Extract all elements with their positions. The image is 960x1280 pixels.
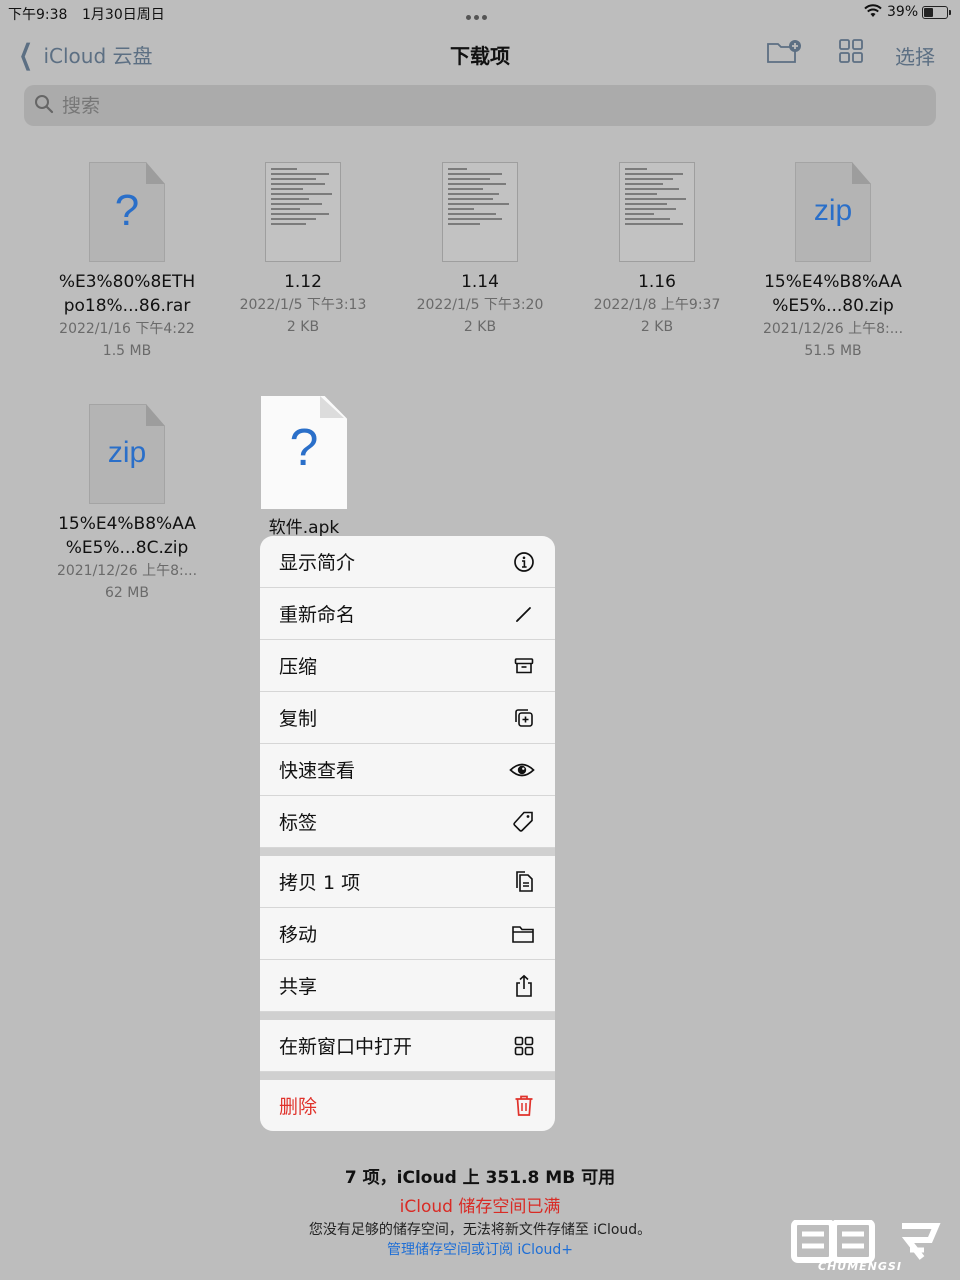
info-icon bbox=[514, 551, 534, 572]
file-name: 1.14 bbox=[461, 272, 499, 292]
file-size: 2 KB bbox=[640, 319, 674, 335]
menu-item-quick-look[interactable]: 快速查看 bbox=[260, 744, 555, 796]
file-name: %E3%80%8ETH po18%...86.rar bbox=[58, 272, 196, 316]
menu-item-get-info[interactable]: 显示简介 bbox=[260, 536, 555, 588]
file-item[interactable]: 1.12 2022/1/5 下午3:13 2 KB bbox=[218, 162, 388, 338]
file-date: 2022/1/16 下午4:22 bbox=[59, 321, 195, 337]
search-input[interactable] bbox=[60, 93, 864, 118]
menu-item-compress[interactable]: 压缩 bbox=[260, 640, 555, 692]
selected-file[interactable]: ? 软件.apk bbox=[236, 396, 372, 538]
select-button[interactable]: 选择 bbox=[895, 41, 935, 70]
selected-file-name: 软件.apk bbox=[268, 518, 340, 538]
menu-item-duplicate[interactable]: 复制 bbox=[260, 692, 555, 744]
menu-item-copy[interactable]: 拷贝 1 项 bbox=[260, 856, 555, 908]
file-name: 15%E4%B8%AA %E5%...80.zip bbox=[764, 272, 902, 316]
grid-window-icon bbox=[514, 1036, 534, 1055]
page-fold-icon bbox=[320, 396, 344, 418]
folder-icon bbox=[512, 925, 534, 943]
copy-docs-icon bbox=[516, 870, 533, 892]
multitasking-dots-icon[interactable] bbox=[466, 8, 490, 24]
duplicate-icon bbox=[515, 708, 533, 727]
question-doc-icon: ? bbox=[89, 162, 165, 262]
file-date: 2021/12/26 上午8:... bbox=[56, 563, 198, 579]
file-date: 2022/1/5 下午3:13 bbox=[239, 297, 367, 313]
file-size: 1.5 MB bbox=[102, 343, 152, 359]
file-item[interactable]: 1.16 2022/1/8 上午9:37 2 KB bbox=[572, 162, 742, 338]
file-item[interactable]: ? %E3%80%8ETH po18%...86.rar 2022/1/16 下午… bbox=[42, 162, 212, 362]
eye-icon bbox=[509, 763, 535, 776]
archive-box-icon bbox=[514, 657, 534, 673]
storage-full-warning: iCloud 储存空间已满 bbox=[399, 1197, 561, 1217]
context-menu: 显示简介 重新命名 压缩 复制 快速查看 标签 拷贝 1 项 移动 共享 在新窗… bbox=[260, 536, 555, 1131]
file-date: 2021/12/26 上午8:... bbox=[762, 321, 904, 337]
zip-doc-icon: zip bbox=[89, 404, 165, 504]
menu-separator bbox=[260, 1012, 555, 1020]
battery-percent: 39% bbox=[887, 4, 919, 20]
menu-item-rename[interactable]: 重新命名 bbox=[260, 588, 555, 640]
battery-icon bbox=[922, 6, 951, 19]
menu-item-delete[interactable]: 删除 bbox=[260, 1080, 555, 1131]
file-size: 62 MB bbox=[105, 585, 149, 601]
view-grid-icon[interactable] bbox=[838, 38, 864, 68]
file-name: 1.16 bbox=[638, 272, 676, 292]
search-icon bbox=[34, 94, 54, 118]
search-bar[interactable] bbox=[24, 85, 936, 126]
watermark-text: CHUMENGSI bbox=[818, 1260, 902, 1273]
file-item[interactable]: zip 15%E4%B8%AA %E5%...8C.zip 2021/12/26 … bbox=[42, 404, 212, 604]
status-bar: 下午9:38 1月30日周日 39% bbox=[0, 0, 960, 26]
file-name: 1.12 bbox=[284, 272, 322, 292]
menu-separator bbox=[260, 1072, 555, 1080]
new-folder-icon[interactable] bbox=[766, 38, 802, 70]
item-count: 7 项，iCloud 上 351.8 MB 可用 bbox=[344, 1168, 616, 1188]
file-size: 51.5 MB bbox=[804, 343, 862, 359]
pencil-icon bbox=[516, 606, 531, 622]
file-date: 2022/1/5 下午3:20 bbox=[416, 297, 544, 313]
file-item[interactable]: 1.14 2022/1/5 下午3:20 2 KB bbox=[395, 162, 565, 338]
status-date: 1月30日周日 bbox=[82, 7, 165, 23]
text-doc-icon bbox=[265, 162, 341, 262]
menu-separator bbox=[260, 848, 555, 856]
file-date: 2022/1/8 上午9:37 bbox=[593, 297, 721, 313]
menu-item-tags[interactable]: 标签 bbox=[260, 796, 555, 848]
menu-item-open-in-new-window[interactable]: 在新窗口中打开 bbox=[260, 1020, 555, 1072]
menu-item-move[interactable]: 移动 bbox=[260, 908, 555, 960]
text-doc-icon bbox=[442, 162, 518, 262]
file-item[interactable]: zip 15%E4%B8%AA %E5%...80.zip 2021/12/26 … bbox=[748, 162, 918, 362]
navigation-bar: ❮ iCloud 云盘 下载项 选择 bbox=[0, 30, 960, 78]
zip-doc-icon: zip bbox=[795, 162, 871, 262]
text-doc-icon bbox=[619, 162, 695, 262]
watermark-logo: CHUMENGSI bbox=[784, 1219, 954, 1276]
share-icon bbox=[516, 974, 532, 997]
menu-item-share[interactable]: 共享 bbox=[260, 960, 555, 1012]
trash-icon bbox=[515, 1095, 533, 1116]
wifi-icon bbox=[864, 4, 882, 22]
status-time: 下午9:38 bbox=[8, 7, 68, 23]
file-name: 15%E4%B8%AA %E5%...8C.zip bbox=[58, 514, 196, 558]
file-size: 2 KB bbox=[463, 319, 497, 335]
page-title: 下载项 bbox=[450, 44, 510, 68]
tag-icon bbox=[513, 811, 533, 832]
file-size: 2 KB bbox=[286, 319, 320, 335]
